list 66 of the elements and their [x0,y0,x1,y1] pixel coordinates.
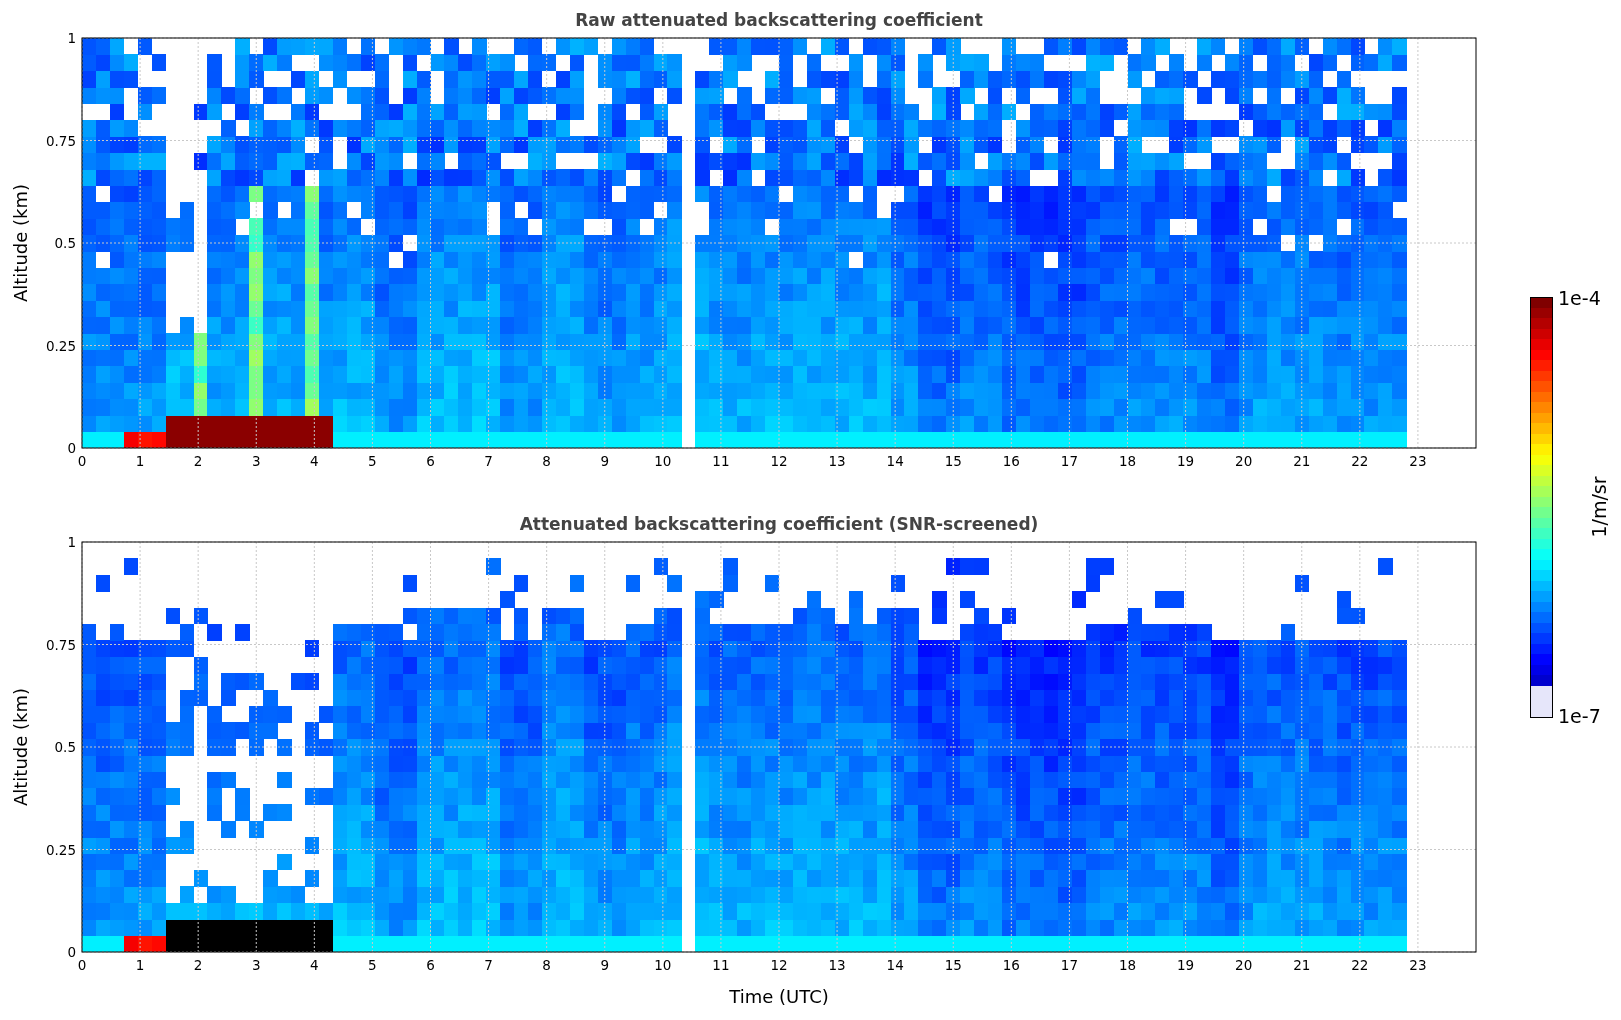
colorbar-label: 1e-7 [1558,705,1601,727]
tick-label: 0 [77,453,87,469]
tick-label: 10 [654,957,672,973]
tick-label: 2 [193,957,203,973]
tick-label: 0.5 [54,739,76,755]
tick-label: 21 [1293,453,1311,469]
tick-label: 0.25 [45,337,76,354]
tick-label: 18 [1118,957,1137,973]
tick-label: 19 [1177,453,1195,469]
tick-label: 11 [712,957,730,973]
tick-label: 1 [67,30,76,46]
tick-label: 0 [67,440,76,456]
tick-label: 4 [310,453,319,469]
tick-label: 9 [600,453,610,469]
tick-label: 22 [1351,453,1369,469]
tick-label: 0.75 [45,132,76,149]
tick-label: 0 [67,944,76,960]
tick-label: 0 [77,957,87,973]
tick-label: 20 [1235,957,1253,973]
tick-label: 7 [484,453,493,469]
tick-label: 7 [484,957,493,973]
tick-label: 8 [542,957,551,973]
tick-label: 12 [770,957,788,973]
chart-title: Attenuated backscattering coefficient (SNR-screened) [519,514,1039,534]
chart-title: Raw attenuated backscattering coefficient [575,10,983,30]
tick-label: 10 [654,453,672,469]
tick-label: 15 [944,453,962,469]
tick-label: 2 [193,453,203,469]
tick-label: 23 [1409,453,1427,469]
tick-label: 0.5 [54,235,76,251]
tick-label: 13 [828,957,846,973]
tick-label: 15 [944,957,962,973]
tick-label: 14 [886,453,904,469]
tick-label: 1 [67,534,76,550]
axis-title: Altitude (km) [10,687,31,807]
tick-label: 1 [135,453,145,469]
tick-label: 14 [886,957,904,973]
tick-label: 9 [600,957,610,973]
tick-label: 11 [712,453,730,469]
tick-label: 23 [1409,957,1427,973]
axis-title: Time (UTC) [729,986,829,1007]
tick-label: 19 [1177,957,1195,973]
tick-label: 18 [1118,453,1137,469]
tick-label: 6 [426,957,435,973]
tick-label: 20 [1235,453,1253,469]
tick-label: 4 [310,957,319,973]
tick-label: 0.75 [45,636,76,653]
tick-label: 22 [1351,957,1369,973]
tick-label: 17 [1060,957,1078,973]
tick-label: 5 [368,453,377,469]
tick-label: 16 [1002,453,1020,469]
tick-label: 3 [251,957,261,973]
tick-label: 3 [251,453,261,469]
tick-label: 16 [1002,957,1020,973]
tick-label: 6 [426,453,435,469]
tick-label: 5 [368,957,377,973]
colorbar-label: 1e-4 [1558,287,1601,309]
tick-label: 12 [770,453,788,469]
tick-label: 17 [1060,453,1078,469]
colorbar-unit: 1/m/sr [1588,476,1610,538]
tick-label: 8 [542,453,551,469]
tick-label: 13 [828,453,846,469]
tick-label: 1 [135,957,145,973]
tick-label: 0.25 [45,841,76,858]
tick-label: 21 [1293,957,1311,973]
axis-title: Altitude (km) [10,183,31,303]
